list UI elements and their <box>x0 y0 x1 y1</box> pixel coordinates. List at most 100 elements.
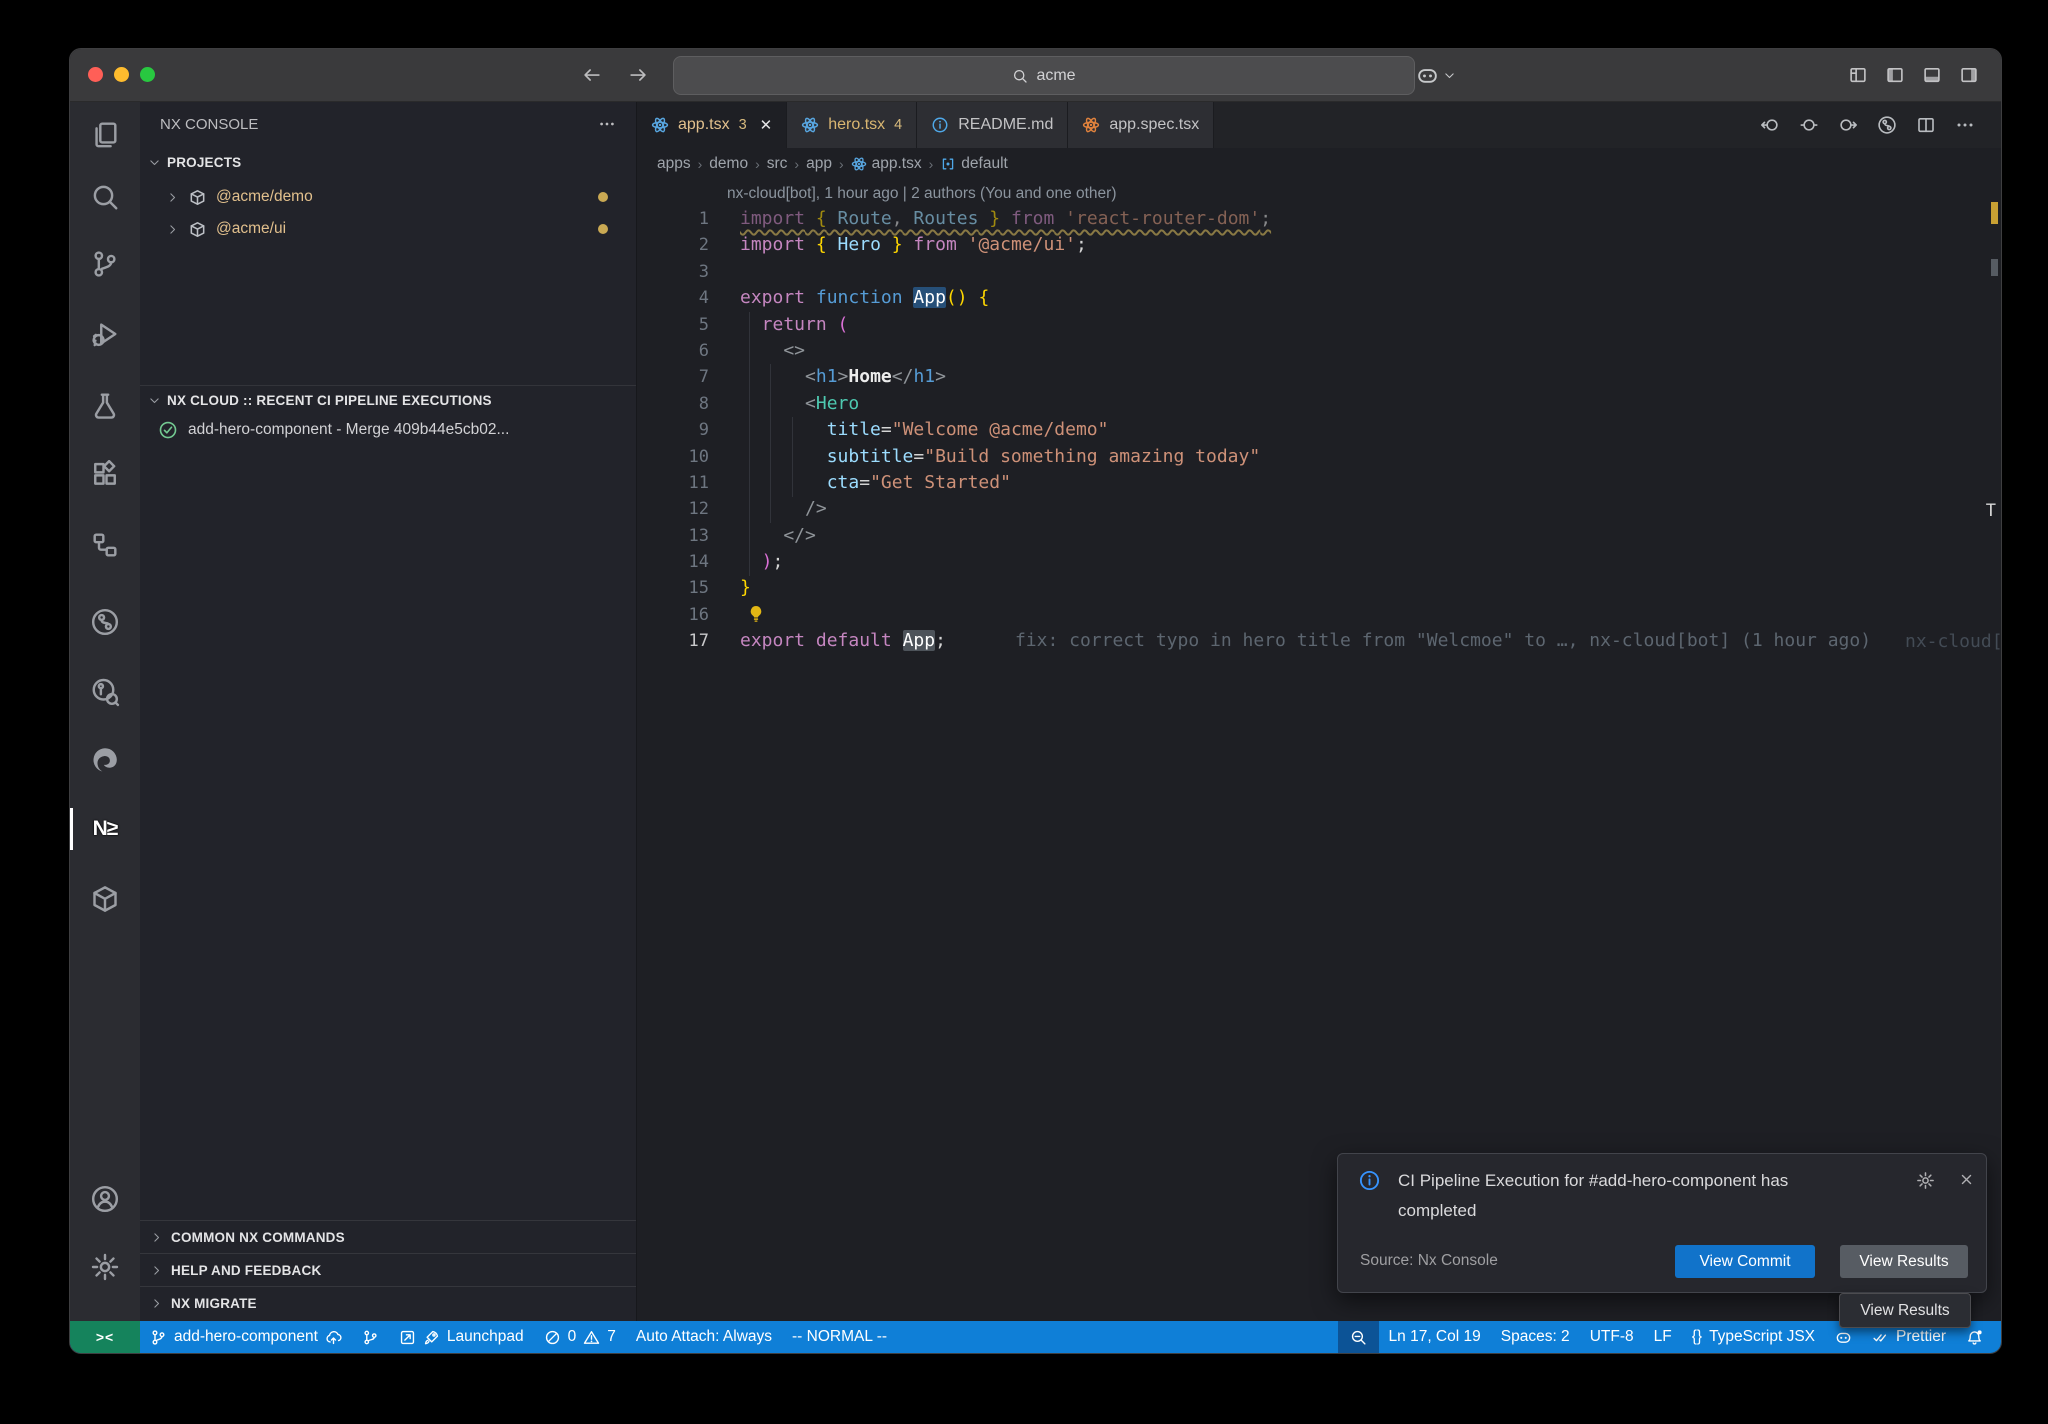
code-line-9: 9 title="Welcome @acme/demo" <box>637 417 2001 443</box>
line-number[interactable]: 6 <box>637 338 722 364</box>
line-number[interactable]: 1 <box>637 206 722 232</box>
lightbulb-icon[interactable] <box>746 604 766 624</box>
source-control-icon <box>90 249 120 279</box>
toggle-panel-icon[interactable] <box>1922 65 1942 85</box>
remote-indicator[interactable]: >< <box>70 1321 140 1353</box>
line-number[interactable]: 9 <box>637 417 722 443</box>
status-branch-sync[interactable]: add-hero-component <box>140 1321 352 1353</box>
line-number[interactable]: 15 <box>637 575 722 601</box>
split-editor-icon[interactable] <box>1916 115 1936 135</box>
breadcrumb-label: apps <box>657 155 691 173</box>
status-zoom[interactable] <box>1338 1321 1379 1353</box>
status-auto-attach[interactable]: Auto Attach: Always <box>626 1321 782 1353</box>
status-eol[interactable]: LF <box>1644 1321 1682 1353</box>
status-cursor-position[interactable]: Ln 17, Col 19 <box>1379 1321 1491 1353</box>
line-number[interactable]: 8 <box>637 391 722 417</box>
breadcrumb-item-demo[interactable]: demo <box>709 155 748 173</box>
code-line-content: <h1>Home</h1> <box>722 364 946 390</box>
status-text: Launchpad <box>447 1328 524 1346</box>
breadcrumb-item-app.tsx[interactable]: app.tsx <box>851 155 922 173</box>
sidebar-section-help-and-feedback[interactable]: HELP AND FEEDBACK <box>140 1253 636 1287</box>
breadcrumb-item-default[interactable]: default <box>940 155 1008 173</box>
more-actions-icon[interactable] <box>1955 115 1975 135</box>
activity-item-search[interactable] <box>70 171 140 223</box>
projects-section-header[interactable]: PROJECTS <box>140 146 636 178</box>
status-language-mode[interactable]: {}TypeScript JSX <box>1682 1321 1825 1353</box>
remote-explorer-icon <box>90 530 120 560</box>
status-launchpad[interactable]: Launchpad <box>389 1321 534 1353</box>
customize-layout-icon[interactable] <box>1848 65 1868 85</box>
activity-item-accounts[interactable] <box>70 1173 140 1225</box>
more-actions-icon[interactable] <box>598 115 616 133</box>
code-editor[interactable]: nx-cloud[bot], 1 hour ago | 2 authors (Y… <box>637 180 2001 1321</box>
line-number[interactable]: 7 <box>637 364 722 390</box>
activity-item-nx-console[interactable]: N≥ <box>70 803 140 855</box>
code-line-12: 12 /> <box>637 496 2001 522</box>
activity-item-gitlens-search-compare[interactable] <box>70 666 140 718</box>
line-number[interactable]: 11 <box>637 470 722 496</box>
activity-item-remote-explorer[interactable] <box>70 519 140 571</box>
copilot-menu[interactable] <box>1416 49 1456 101</box>
status-indentation[interactable]: Spaces: 2 <box>1491 1321 1580 1353</box>
minimize-window-button[interactable] <box>114 67 129 82</box>
close-icon[interactable] <box>1958 1171 1975 1188</box>
sidebar-section-nx-migrate[interactable]: NX MIGRATE <box>140 1286 636 1320</box>
status-scm-graph[interactable] <box>352 1321 389 1353</box>
activity-item-extensions[interactable] <box>70 449 140 501</box>
navigate-back-icon[interactable] <box>582 65 602 85</box>
line-number[interactable]: 5 <box>637 312 722 338</box>
status-text: add-hero-component <box>174 1328 318 1346</box>
modified-dot <box>598 192 608 202</box>
activity-item-run-and-debug[interactable] <box>70 308 140 360</box>
line-number[interactable]: 16 <box>637 602 722 628</box>
line-number[interactable]: 10 <box>637 444 722 470</box>
activity-item-containers[interactable] <box>70 873 140 925</box>
toggle-secondary-sidebar-icon[interactable] <box>1959 65 1979 85</box>
command-center-search[interactable]: acme <box>673 56 1415 95</box>
project-item-@acme/demo[interactable]: @acme/demo <box>140 181 636 213</box>
package-icon <box>188 188 207 207</box>
edge-tools-icon <box>90 745 120 775</box>
gitlens-file-history-icon[interactable] <box>1877 115 1897 135</box>
tab-app.spec.tsx[interactable]: app.spec.tsx <box>1068 102 1214 148</box>
line-number[interactable]: 12 <box>637 496 722 522</box>
status-encoding[interactable]: UTF-8 <box>1580 1321 1644 1353</box>
sidebar-section-common-nx-commands[interactable]: COMMON NX COMMANDS <box>140 1220 636 1254</box>
tab-hero.tsx[interactable]: hero.tsx4 <box>787 102 917 148</box>
status-vim-mode[interactable]: -- NORMAL -- <box>782 1321 897 1353</box>
line-number[interactable]: 14 <box>637 549 722 575</box>
pipeline-execution-item[interactable]: add-hero-component - Merge 409b44e5cb02.… <box>140 414 636 446</box>
line-number[interactable]: 4 <box>637 285 722 311</box>
breadcrumb-item-apps[interactable]: apps <box>657 155 691 173</box>
breadcrumb-item-src[interactable]: src <box>767 155 788 173</box>
activity-item-settings[interactable] <box>70 1241 140 1293</box>
project-item-@acme/ui[interactable]: @acme/ui <box>140 213 636 245</box>
maximize-window-button[interactable] <box>140 67 155 82</box>
notification-settings-icon[interactable] <box>1916 1171 1935 1190</box>
gitlens-icon <box>90 607 120 637</box>
breadcrumb-item-app[interactable]: app <box>806 155 832 173</box>
close-tab-icon[interactable]: ✕ <box>760 116 773 134</box>
settings-icon <box>90 1252 120 1282</box>
tab-app.tsx[interactable]: app.tsx3✕ <box>637 102 787 148</box>
history-back-icon[interactable] <box>1760 115 1780 135</box>
line-number[interactable]: 13 <box>637 523 722 549</box>
status-problems[interactable]: 07 <box>534 1321 626 1353</box>
view-results-button[interactable]: View Results <box>1840 1245 1968 1278</box>
navigate-forward-icon[interactable] <box>628 65 648 85</box>
view-commit-button[interactable]: View Commit <box>1675 1245 1815 1278</box>
line-number[interactable]: 2 <box>637 232 722 258</box>
close-window-button[interactable] <box>88 67 103 82</box>
history-forward-icon[interactable] <box>1838 115 1858 135</box>
activity-item-edge-tools[interactable] <box>70 734 140 786</box>
current-revision-icon[interactable] <box>1799 115 1819 135</box>
activity-item-testing[interactable] <box>70 379 140 431</box>
toggle-sidebar-icon[interactable] <box>1885 65 1905 85</box>
activity-item-explorer[interactable] <box>70 108 140 160</box>
nx-cloud-section-header[interactable]: NX CLOUD :: RECENT CI PIPELINE EXECUTION… <box>140 386 636 414</box>
activity-item-gitlens[interactable] <box>70 596 140 648</box>
activity-item-source-control[interactable] <box>70 238 140 290</box>
line-number[interactable]: 17 <box>637 628 722 654</box>
tab-README.md[interactable]: README.md <box>917 102 1068 148</box>
line-number[interactable]: 3 <box>637 259 722 285</box>
